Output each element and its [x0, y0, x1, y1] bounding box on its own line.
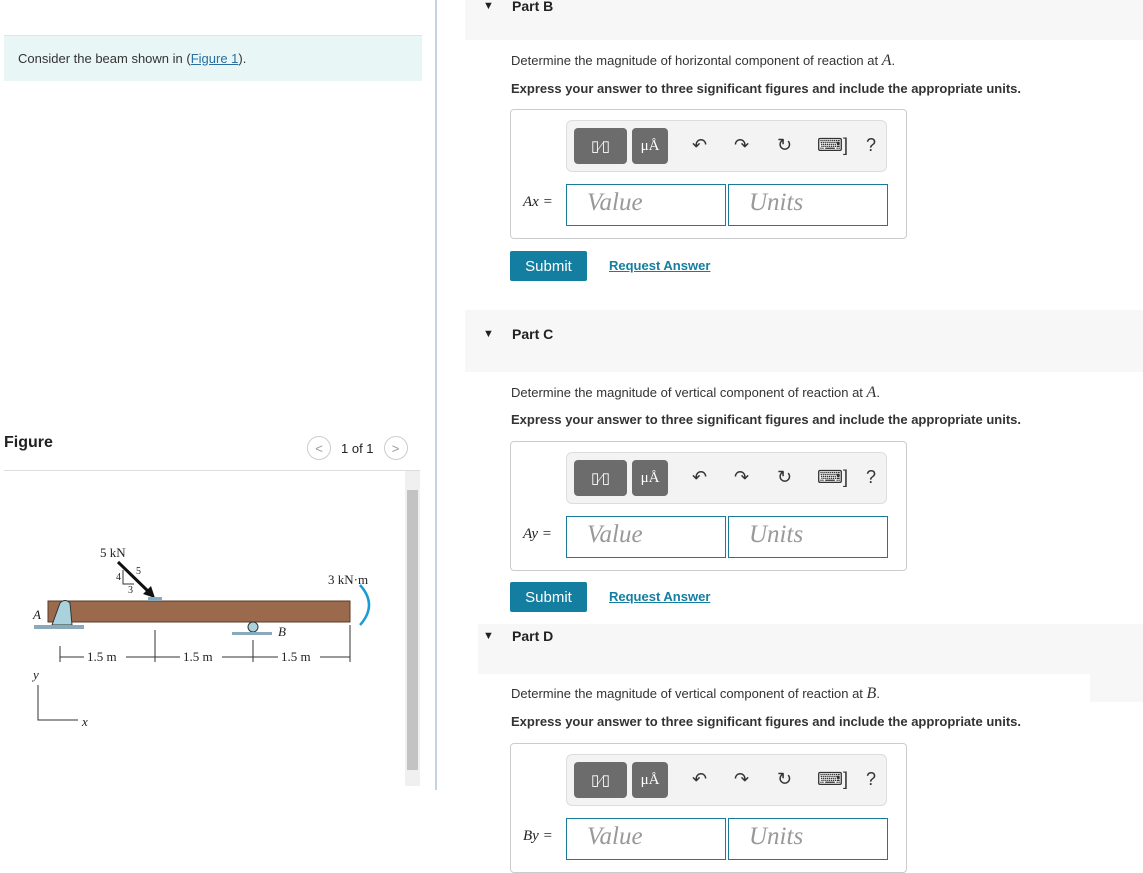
problem-statement: Consider the beam shown in (Figure 1).: [4, 35, 422, 81]
reset-icon[interactable]: ↻: [777, 135, 792, 156]
redo-icon[interactable]: ↷: [734, 769, 749, 790]
help-icon[interactable]: ?: [866, 135, 876, 156]
answer-box: ▯⁄▯ μÅ ↶ ↷ ↻ ⌨] ? By = Value Units: [510, 743, 907, 873]
slope-label: 5: [136, 566, 141, 577]
units-button[interactable]: μÅ: [632, 762, 668, 798]
figure-scrollbar-thumb[interactable]: [407, 490, 418, 770]
point-b-label: B: [278, 624, 286, 639]
instruction-text: Express your answer to three significant…: [511, 81, 1021, 96]
value-input[interactable]: Value: [566, 818, 726, 860]
instruction-text: Express your answer to three significant…: [511, 714, 1021, 729]
moment-arrow: [359, 584, 371, 626]
units-button[interactable]: μÅ: [632, 128, 668, 164]
templates-button[interactable]: ▯⁄▯: [574, 128, 627, 164]
dimension-label: 1.5 m: [183, 649, 213, 664]
force-label: 5 kN: [100, 545, 126, 560]
variable-label: Ax =: [523, 194, 553, 210]
collapse-icon: ▼: [483, 328, 494, 340]
help-icon[interactable]: ?: [866, 769, 876, 790]
reset-icon[interactable]: ↻: [777, 467, 792, 488]
dimension-label: 1.5 m: [87, 649, 117, 664]
figure-pager: < 1 of 1 >: [307, 436, 408, 460]
undo-icon[interactable]: ↶: [692, 467, 707, 488]
support-base-b: [232, 632, 272, 635]
figure-title: Figure: [4, 434, 53, 451]
y-axis-label: y: [31, 667, 39, 682]
request-answer-link[interactable]: Request Answer: [609, 258, 710, 273]
variable-label: Ay =: [523, 526, 552, 542]
beam: [47, 600, 351, 623]
figure-divider: [4, 470, 420, 471]
answer-box: ▯⁄▯ μÅ ↶ ↷ ↻ ⌨] ? Ay = Value Units: [510, 441, 907, 571]
collapse-icon: ▼: [483, 630, 494, 642]
support-base-a: [34, 625, 84, 629]
instruction-text: Express your answer to three significant…: [511, 412, 1021, 427]
prev-figure-button[interactable]: <: [307, 436, 331, 460]
help-icon[interactable]: ?: [866, 467, 876, 488]
answer-box: ▯⁄▯ μÅ ↶ ↷ ↻ ⌨] ? Ax = Value Units: [510, 109, 907, 239]
units-input[interactable]: Units: [728, 516, 888, 558]
value-input[interactable]: Value: [566, 184, 726, 226]
redo-icon[interactable]: ↷: [734, 467, 749, 488]
undo-icon[interactable]: ↶: [692, 769, 707, 790]
value-input[interactable]: Value: [566, 516, 726, 558]
axes-icon: [37, 685, 78, 721]
keyboard-icon[interactable]: ⌨]: [817, 135, 848, 156]
figure-link[interactable]: Figure 1: [191, 51, 239, 66]
keyboard-icon[interactable]: ⌨]: [817, 769, 848, 790]
math-toolbar: ▯⁄▯ μÅ ↶ ↷ ↻ ⌨] ?: [566, 452, 887, 504]
variable-label: By =: [523, 828, 553, 844]
slope-label: 3: [128, 585, 133, 596]
question-text: Determine the magnitude of vertical comp…: [511, 685, 880, 702]
moment-label: 3 kN·m: [328, 572, 368, 587]
math-toolbar: ▯⁄▯ μÅ ↶ ↷ ↻ ⌨] ?: [566, 754, 887, 806]
undo-icon[interactable]: ↶: [692, 135, 707, 156]
next-figure-button[interactable]: >: [383, 436, 408, 460]
slope-label: 4: [116, 572, 121, 583]
roller-support-b: [247, 621, 259, 633]
dimension-label: 1.5 m: [281, 649, 311, 664]
units-input[interactable]: Units: [728, 184, 888, 226]
question-text: Determine the magnitude of horizontal co…: [511, 52, 896, 69]
point-a-label: A: [32, 607, 41, 622]
math-toolbar: ▯⁄▯ μÅ ↶ ↷ ↻ ⌨] ?: [566, 120, 887, 172]
units-input[interactable]: Units: [728, 818, 888, 860]
panel-divider[interactable]: [435, 0, 437, 790]
reset-icon[interactable]: ↻: [777, 769, 792, 790]
templates-button[interactable]: ▯⁄▯: [574, 762, 627, 798]
request-answer-link[interactable]: Request Answer: [609, 589, 710, 604]
part-c-header[interactable]: ▼ Part C: [465, 310, 1143, 372]
beam-figure: 5 kN 4 5 3 3 kN·m A B 1.5 m 1.5 m 1.5 m …: [31, 545, 371, 729]
collapse-icon: ▼: [483, 0, 494, 12]
keyboard-icon[interactable]: ⌨]: [817, 467, 848, 488]
submit-button[interactable]: Submit: [510, 582, 587, 612]
units-button[interactable]: μÅ: [632, 460, 668, 496]
submit-button[interactable]: Submit: [510, 251, 587, 281]
load-plate: [148, 597, 162, 601]
question-text: Determine the magnitude of vertical comp…: [511, 384, 880, 401]
part-b-header[interactable]: ▼ Part B: [465, 0, 1143, 40]
figure-page-count: 1 of 1: [341, 440, 374, 456]
redo-icon[interactable]: ↷: [734, 135, 749, 156]
x-axis-label: x: [81, 714, 88, 729]
templates-button[interactable]: ▯⁄▯: [574, 460, 627, 496]
